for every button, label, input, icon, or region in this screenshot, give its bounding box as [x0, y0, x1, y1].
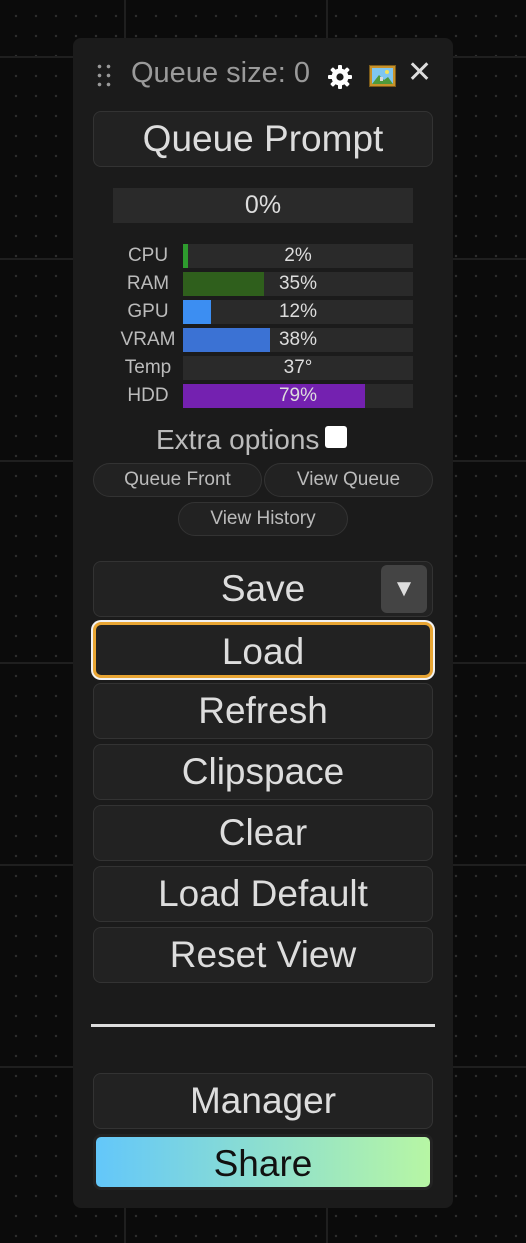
divider [91, 1024, 435, 1027]
stat-label: VRAM [120, 329, 176, 350]
queue-panel: Queue size: 0 ✕ Queue Prompt 0% CPU 2% R… [73, 38, 453, 1208]
view-history-button[interactable]: View History [178, 502, 348, 536]
extra-options-checkbox[interactable] [325, 426, 348, 448]
stat-row-ram: RAM 35% [113, 272, 413, 296]
stat-label: HDD [127, 385, 169, 406]
queue-prompt-button[interactable]: Queue Prompt [93, 111, 433, 167]
stat-value: 12% [278, 301, 318, 322]
stat-label: GPU [127, 301, 169, 322]
stat-bar: 79% [183, 384, 413, 408]
stat-label: Temp [124, 357, 172, 378]
clipspace-button[interactable]: Clipspace [93, 744, 433, 800]
chevron-down-icon[interactable]: ▼ [381, 565, 427, 613]
save-label: Save [220, 568, 306, 609]
queue-size-label: Queue size: 0 [131, 57, 310, 89]
progress-bar: 0% [113, 188, 413, 223]
stat-row-cpu: CPU 2% [113, 244, 413, 268]
stat-row-gpu: GPU 12% [113, 300, 413, 324]
stat-row-vram: VRAM 38% [113, 328, 413, 352]
refresh-button[interactable]: Refresh [93, 683, 433, 739]
load-button[interactable]: Load [93, 622, 433, 678]
stat-value: 79% [278, 385, 318, 406]
stat-value: 35% [278, 273, 318, 294]
reset-view-button[interactable]: Reset View [93, 927, 433, 983]
gear-icon[interactable] [327, 64, 353, 90]
stat-value: 2% [284, 245, 312, 266]
stat-bar: 35% [183, 272, 413, 296]
picture-icon[interactable] [369, 65, 396, 87]
extra-options-label: Extra options [156, 424, 320, 455]
close-icon[interactable]: ✕ [407, 55, 432, 91]
view-queue-button[interactable]: View Queue [264, 463, 433, 497]
extra-options-row[interactable]: Extra options [156, 424, 348, 456]
stat-bar: 38% [183, 328, 413, 352]
stat-bar: 12% [183, 300, 413, 324]
manager-button[interactable]: Manager [93, 1073, 433, 1129]
share-button[interactable]: Share [93, 1134, 433, 1190]
drag-handle-icon[interactable] [95, 62, 113, 88]
stat-row-temp: Temp 37° [113, 356, 413, 380]
stat-bar: 37° [183, 356, 413, 380]
stat-value: 38% [278, 329, 318, 350]
progress-label: 0% [244, 191, 282, 219]
queue-front-button[interactable]: Queue Front [93, 463, 262, 497]
stat-value: 37° [283, 357, 313, 378]
stat-label: CPU [127, 245, 169, 266]
stat-bar: 2% [183, 244, 413, 268]
clear-button[interactable]: Clear [93, 805, 433, 861]
stat-label: RAM [126, 273, 170, 294]
save-button[interactable]: Save ▼ [93, 561, 433, 617]
stat-row-hdd: HDD 79% [113, 384, 413, 408]
load-default-button[interactable]: Load Default [93, 866, 433, 922]
